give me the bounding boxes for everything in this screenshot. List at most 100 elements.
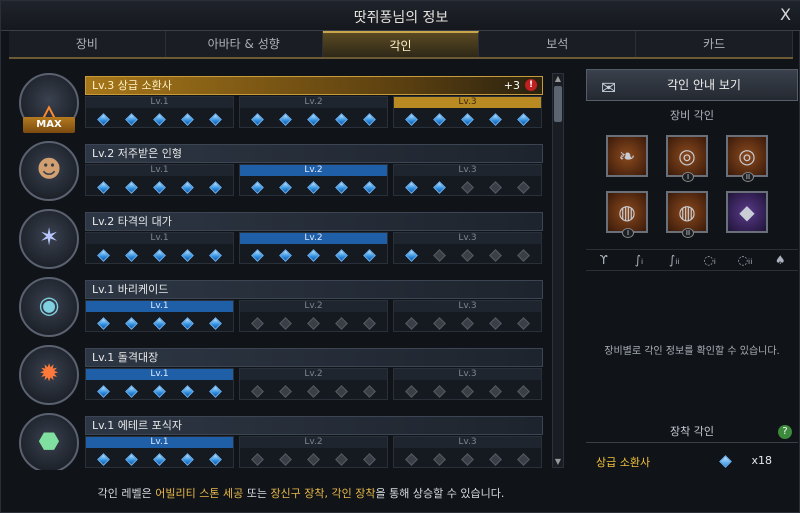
active-node-icon — [97, 452, 111, 466]
node-row — [86, 246, 233, 264]
inactive-node-icon — [279, 316, 293, 330]
engraving-portrait: ✶ — [19, 209, 79, 269]
level-segment: Lv.3 — [393, 96, 542, 128]
numeral-two-icon: II — [742, 172, 754, 182]
active-node-icon — [334, 112, 348, 126]
right-panel: ✉ 각인 안내 보기 장비 각인 ❧ ◎ I ◎ II ◍ I ◍ II ◆ ϒ ∫ᵢ … — [586, 69, 798, 479]
engraving-title: Lv.3 상급 소환사 +3! — [85, 76, 543, 95]
gem-icon — [719, 455, 732, 468]
inactive-node-icon — [405, 384, 419, 398]
ether-icon: ⬣ — [38, 427, 60, 455]
level-segment: Lv.3 — [393, 232, 542, 264]
engraving-row[interactable]: ✹ Lv.1 돌격대장 Lv.1 Lv.2 Lv.3 — [17, 343, 545, 405]
window-title: 땃쥐퐁님의 정보 — [353, 10, 449, 26]
active-node-icon — [208, 384, 222, 398]
active-node-icon — [307, 180, 320, 194]
doll-icon: ☻ — [36, 155, 62, 183]
level-label: Lv.1 — [86, 369, 233, 380]
active-node-icon — [251, 248, 265, 262]
node-row — [86, 110, 233, 128]
node-row — [240, 450, 387, 468]
guide-button-label: 각인 안내 보기 — [667, 78, 741, 92]
engraving-row[interactable]: ☻ Lv.2 저주받은 인형 Lv.1 Lv.2 Lv.3 — [17, 139, 545, 201]
engraving-title-text: Lv.3 상급 소환사 — [92, 79, 172, 92]
engraving-portrait: ◉ — [19, 277, 79, 337]
scroll-thumb[interactable] — [554, 86, 562, 122]
scroll-up-arrow-icon[interactable]: ▲ — [553, 74, 563, 84]
hint-text-mid: 또는 — [243, 487, 271, 500]
level-label: Lv.3 — [394, 369, 541, 380]
scrollbar[interactable]: ▲ ▼ — [552, 73, 564, 468]
earring-slot-2-icon[interactable]: ◎ II — [726, 135, 768, 182]
engraving-row[interactable]: 🜂 MAX Lv.3 상급 소환사 +3! Lv.1 Lv.2 Lv.3 — [17, 71, 545, 133]
inactive-node-icon — [334, 384, 348, 398]
level-label: Lv.2 — [240, 165, 387, 176]
tab-gems[interactable]: 보석 — [479, 31, 637, 57]
level-segment: Lv.3 — [393, 164, 542, 196]
necklace-slot-icon[interactable]: ❧ — [606, 135, 648, 177]
scroll-down-arrow-icon[interactable]: ▼ — [553, 457, 563, 467]
node-row — [394, 382, 541, 400]
node-row — [86, 382, 233, 400]
engraving-row[interactable]: ⬣ Lv.1 에테르 포식자 Lv.1 Lv.2 Lv.3 — [17, 411, 545, 470]
active-node-icon — [153, 316, 166, 330]
hint-text-pre: 각인 레벨은 — [97, 487, 156, 500]
active-node-icon — [208, 112, 222, 126]
engraving-portrait: ☻ — [19, 141, 79, 201]
active-node-icon — [180, 316, 194, 330]
engraving-title: Lv.1 에테르 포식자 — [85, 416, 543, 435]
active-node-icon — [334, 248, 348, 262]
level-label: Lv.1 — [86, 233, 233, 244]
active-node-icon — [125, 112, 139, 126]
engraving-title-text: Lv.2 타격의 대가 — [92, 215, 172, 228]
active-node-icon — [180, 112, 194, 126]
inactive-node-icon — [516, 248, 530, 262]
active-node-icon — [153, 384, 166, 398]
inactive-node-icon — [461, 452, 474, 466]
active-node-icon — [208, 248, 222, 262]
node-row — [394, 314, 541, 332]
level-segment: Lv.2 — [239, 232, 388, 264]
inactive-node-icon — [488, 316, 502, 330]
equipped-engraving-name: 상급 소환사 — [596, 456, 651, 469]
engraving-row[interactable]: ✶ Lv.2 타격의 대가 Lv.1 Lv.2 Lv.3 — [17, 207, 545, 269]
tab-engraving[interactable]: 각인 — [322, 31, 480, 57]
active-node-icon — [97, 384, 111, 398]
max-badge: MAX — [23, 117, 75, 133]
engraving-title-text: Lv.1 에테르 포식자 — [92, 419, 182, 432]
level-label: Lv.2 — [240, 301, 387, 312]
node-row — [394, 450, 541, 468]
active-node-icon — [251, 180, 265, 194]
ring-2-type-icon: ◌ᵢᵢ — [737, 253, 753, 267]
ring-slot-1-icon[interactable]: ◍ I — [606, 191, 648, 238]
engraving-guide-button[interactable]: ✉ 각인 안내 보기 — [586, 69, 798, 101]
tab-avatar[interactable]: 아바타 & 성향 — [166, 31, 323, 57]
active-node-icon — [153, 452, 166, 466]
inactive-node-icon — [461, 180, 474, 194]
close-button[interactable]: X — [780, 5, 791, 24]
help-icon[interactable]: ? — [778, 425, 792, 439]
tab-equipment[interactable]: 장비 — [9, 31, 166, 57]
active-node-icon — [488, 112, 502, 126]
ring-slot-2-icon[interactable]: ◍ II — [666, 191, 708, 238]
tab-cards[interactable]: 카드 — [636, 31, 793, 57]
node-row — [240, 110, 387, 128]
level-segment: Lv.1 — [85, 164, 234, 196]
equip-info-message: 장비별로 각인 정보를 확인할 수 있습니다. — [604, 346, 780, 357]
active-node-icon — [362, 248, 376, 262]
inactive-node-icon — [516, 452, 530, 466]
active-node-icon — [153, 112, 166, 126]
inactive-node-icon — [334, 316, 348, 330]
active-node-icon — [405, 180, 419, 194]
ability-stone-slot-icon[interactable]: ◆ — [726, 191, 768, 233]
engraving-row[interactable]: ◉ Lv.1 바리케이드 Lv.1 Lv.2 Lv.3 — [17, 275, 545, 337]
level-label: Lv.1 — [86, 301, 233, 312]
engraving-title: Lv.1 돌격대장 — [85, 348, 543, 367]
earring-slot-1-icon[interactable]: ◎ I — [666, 135, 708, 182]
engraving-portrait: ✹ — [19, 345, 79, 405]
earring-2-type-icon: ∫ᵢᵢ — [669, 253, 680, 267]
inactive-node-icon — [334, 452, 348, 466]
active-node-icon — [362, 180, 376, 194]
inactive-node-icon — [362, 384, 376, 398]
node-row — [394, 110, 541, 128]
